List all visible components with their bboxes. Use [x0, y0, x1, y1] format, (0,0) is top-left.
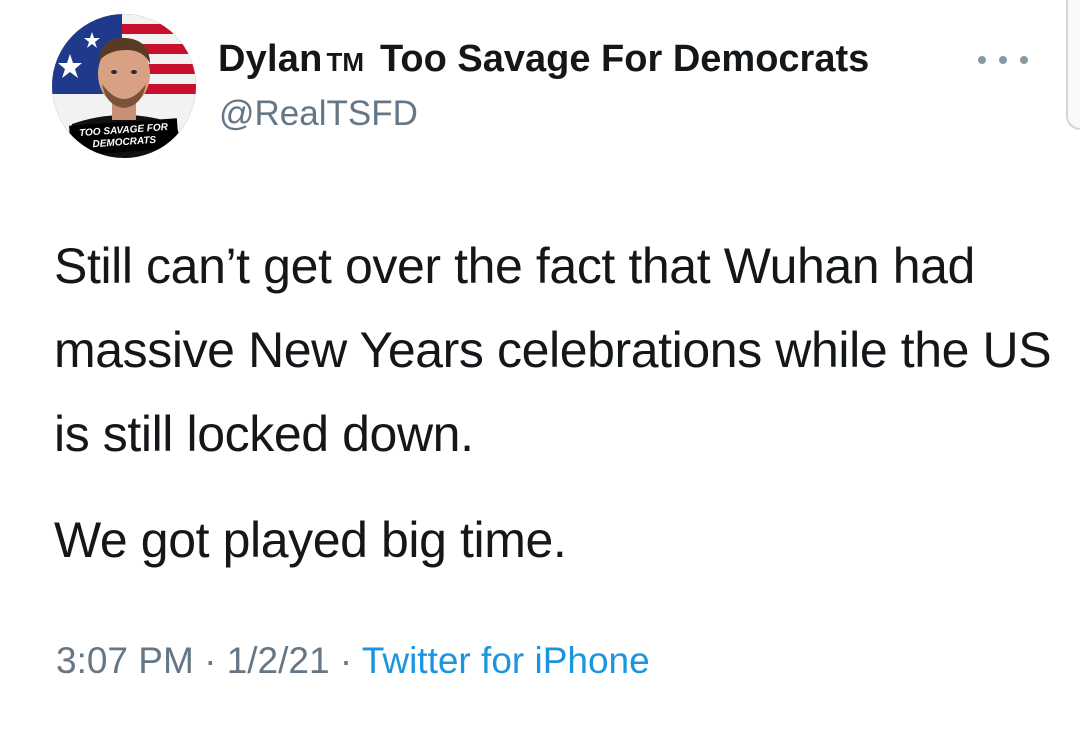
tweet-card: TOO SAVAGE FOR DEMOCRATS Dylan TM Too Sa… — [0, 0, 1080, 735]
tweet-time[interactable]: 3:07 PM — [56, 640, 194, 681]
meta-separator: · — [204, 640, 217, 681]
more-dot — [1020, 56, 1028, 64]
more-dot — [999, 56, 1007, 64]
user-handle[interactable]: @RealTSFD — [219, 94, 418, 134]
more-horizontal-icon[interactable] — [978, 48, 1028, 72]
avatar[interactable]: TOO SAVAGE FOR DEMOCRATS — [52, 14, 196, 158]
tweet-meta: 3:07 PM · 1/2/21 · Twitter for iPhone — [56, 640, 650, 682]
display-name[interactable]: Dylan — [218, 38, 322, 81]
author-name-row[interactable]: Dylan TM Too Savage For Democrats — [218, 38, 869, 86]
trademark-mark: TM — [326, 47, 365, 77]
tweet-text: Still can’t get over the fact that Wuhan… — [54, 224, 1054, 582]
display-name-suffix[interactable]: Too Savage For Democrats — [380, 38, 869, 81]
meta-separator: · — [339, 640, 353, 681]
tweet-paragraph-2: We got played big time. — [54, 512, 567, 568]
tweet-paragraph-1: Still can’t get over the fact that Wuhan… — [54, 238, 1052, 462]
more-dot — [978, 56, 986, 64]
avatar-image: TOO SAVAGE FOR DEMOCRATS — [52, 14, 196, 158]
tweet-source-link[interactable]: Twitter for iPhone — [362, 640, 650, 681]
edge-decoration — [1066, 0, 1080, 130]
tweet-date[interactable]: 1/2/21 — [227, 640, 330, 681]
